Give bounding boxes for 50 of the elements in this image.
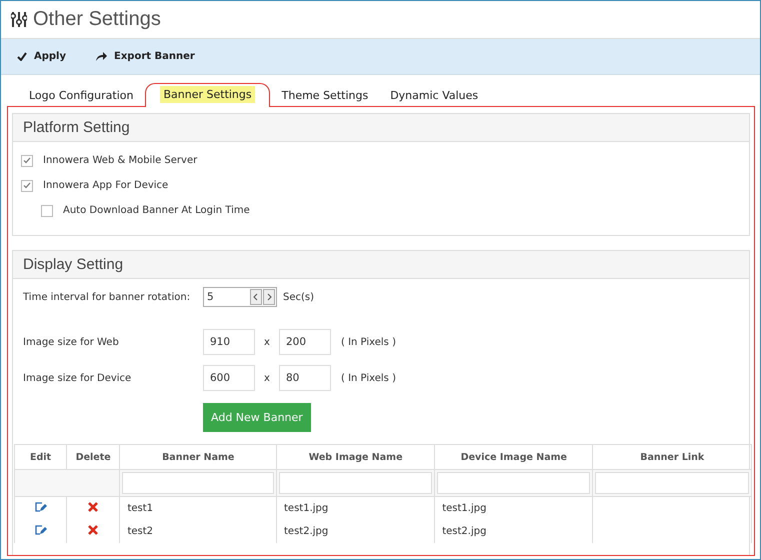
unit-label: ( In Pixels ) bbox=[341, 372, 396, 384]
table-cell: test1.jpg bbox=[276, 496, 435, 520]
edit-icon[interactable] bbox=[34, 524, 47, 536]
checkbox-label: Auto Download Banner At Login Time bbox=[63, 205, 250, 216]
toolbar-button[interactable]: Export Banner bbox=[94, 49, 197, 64]
filter-field[interactable] bbox=[595, 472, 749, 494]
window-title: Other Settings bbox=[33, 8, 161, 31]
delete-icon[interactable] bbox=[88, 502, 98, 512]
column-header: Banner Link bbox=[592, 444, 752, 470]
checkbox[interactable] bbox=[21, 154, 33, 166]
column-header: Edit bbox=[14, 444, 67, 470]
times-label: x bbox=[263, 372, 271, 384]
section-heading: Display Setting bbox=[13, 251, 749, 279]
unit-label: ( In Pixels ) bbox=[341, 336, 396, 348]
table-cell: test2.jpg bbox=[434, 520, 593, 543]
tab[interactable]: Banner Settings bbox=[145, 83, 270, 107]
table-cell: test1 bbox=[120, 496, 277, 520]
unit-label: Sec(s) bbox=[283, 292, 314, 302]
times-label: x bbox=[263, 336, 271, 348]
sliders-icon bbox=[11, 11, 27, 28]
table-cell: test2.jpg bbox=[276, 520, 435, 543]
spinner-field[interactable]: 5 bbox=[203, 287, 277, 307]
checkmark-icon bbox=[17, 52, 27, 61]
table-cell: test2 bbox=[120, 520, 277, 543]
edit-icon[interactable] bbox=[34, 502, 47, 512]
checkbox-label: Innowera Web & Mobile Server bbox=[43, 155, 198, 166]
input-field[interactable]: 200 bbox=[279, 329, 331, 355]
tab[interactable]: Logo Configuration bbox=[19, 85, 144, 106]
toolbar-button[interactable]: Apply bbox=[15, 49, 68, 64]
column-header: Banner Name bbox=[120, 444, 277, 470]
checkbox-label: Innowera App For Device bbox=[43, 180, 168, 191]
delete-icon[interactable] bbox=[88, 525, 98, 535]
filter-field[interactable] bbox=[437, 472, 590, 494]
input-field[interactable]: 600 bbox=[203, 365, 255, 391]
checkbox[interactable] bbox=[21, 180, 33, 192]
input-field[interactable]: 910 bbox=[203, 329, 255, 355]
column-header: Device Image Name bbox=[434, 444, 593, 470]
column-header: Web Image Name bbox=[276, 444, 435, 470]
input-field[interactable]: 80 bbox=[279, 365, 331, 391]
tab[interactable]: Theme Settings bbox=[272, 85, 378, 106]
field-label: Image size for Device bbox=[23, 372, 132, 384]
share-arrow-icon bbox=[96, 52, 108, 61]
field-label: Time interval for banner rotation: bbox=[23, 292, 192, 302]
filter-field[interactable] bbox=[122, 472, 274, 494]
filter-field[interactable] bbox=[279, 472, 432, 494]
section-heading: Platform Setting bbox=[13, 114, 749, 142]
table-cell: test1.jpg bbox=[434, 496, 593, 520]
field-label: Image size for Web bbox=[23, 336, 120, 348]
tab[interactable]: Dynamic Values bbox=[380, 85, 488, 106]
checkbox[interactable] bbox=[41, 204, 53, 216]
